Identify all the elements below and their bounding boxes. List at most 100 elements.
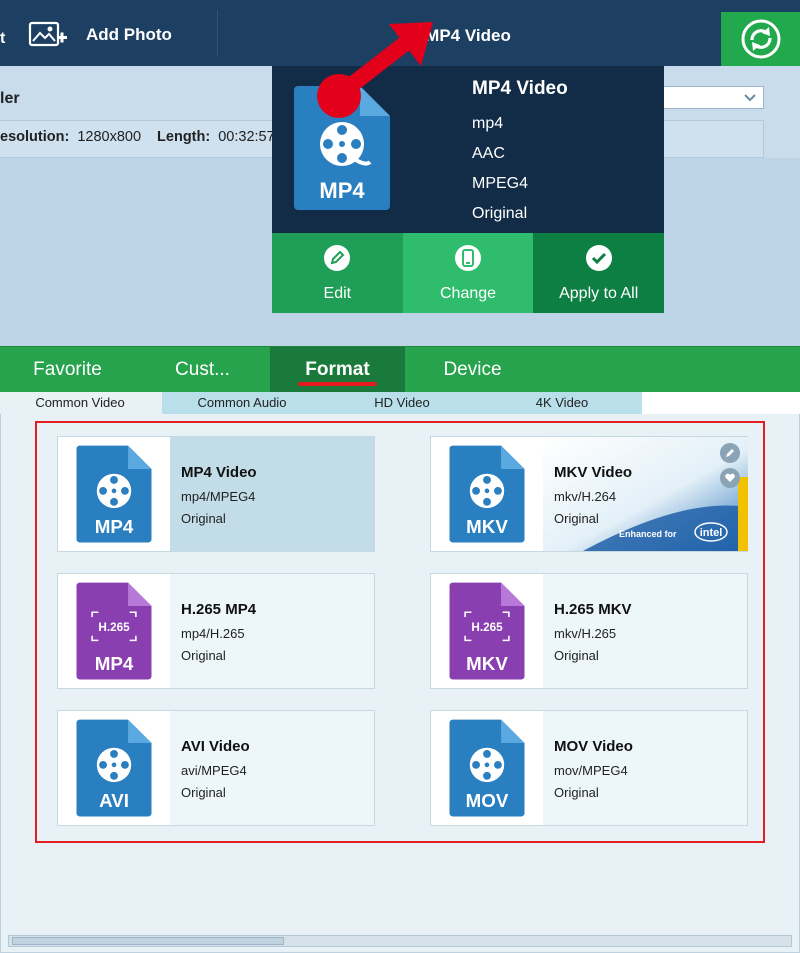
format-codec: mkv/H.264 (554, 489, 617, 504)
edit-format-icon[interactable] (720, 443, 740, 463)
popup-icon-label: MP4 (319, 178, 365, 203)
apply-to-all-button[interactable]: Apply to All (533, 233, 665, 313)
chevron-down-icon (744, 94, 756, 102)
format-card-h265-mkv[interactable]: H.265 MKV H.265 MKV mkv/H.265 Original (430, 573, 748, 689)
active-tab-underline (298, 382, 377, 386)
format-name: MKV Video (554, 464, 633, 481)
format-meta: H.265 MP4 mp4/H.265 Original (181, 601, 256, 667)
popup-meta: MP4 Video mp4 AAC MPEG4 Original (472, 78, 568, 229)
change-label: Change (439, 285, 497, 302)
scrollbar-thumb[interactable] (12, 937, 284, 945)
apply-to-all-label: Apply to All (559, 285, 639, 302)
add-photo-label: Add Photo (86, 25, 172, 44)
popup-format-name: MP4 Video (472, 78, 568, 99)
popup-actions: Edit Change Apply to All (272, 233, 665, 313)
format-icon-wrap: H.265 MP4 (58, 574, 170, 688)
tab-device[interactable]: Device (405, 347, 540, 392)
horizontal-scrollbar[interactable] (8, 935, 792, 947)
toolbar-edge-glyph: t (0, 30, 6, 47)
length-label: Length: (157, 129, 211, 145)
refresh-icon (741, 19, 780, 59)
format-meta: MKV Video mkv/H.264 Original (554, 464, 632, 530)
red-arrow-annotation (317, 22, 433, 118)
format-icon-wrap: MP4 (58, 437, 170, 551)
format-icon-label: MP4 (95, 516, 134, 537)
output-folder-dropdown[interactable] (660, 86, 764, 109)
edit-button[interactable]: Edit (272, 233, 403, 313)
format-quality: Original (554, 785, 599, 800)
subtab-hd-video[interactable]: HD Video (322, 392, 482, 414)
format-name: H.265 MKV (554, 601, 632, 618)
favorite-heart-icon[interactable] (720, 468, 740, 488)
format-meta: MP4 Video mp4/MPEG4 Original (181, 464, 257, 530)
h265-mkv-file-icon: H.265 MKV (449, 582, 525, 680)
pencil-icon (324, 245, 351, 271)
intel-badge-text: Enhanced for (619, 529, 677, 539)
format-meta: H.265 MKV mkv/H.265 Original (554, 601, 632, 667)
add-photo-button[interactable]: Add Photo (28, 18, 172, 52)
format-card-h265-mp4[interactable]: H.265 MP4 H.265 MP4 mp4/H.265 Original (57, 573, 375, 689)
avi-file-icon: AVI (76, 719, 152, 817)
check-icon (585, 245, 612, 271)
format-quality: Original (554, 511, 599, 526)
subtab-4k-video[interactable]: 4K Video (482, 392, 642, 414)
format-quality: Original (554, 648, 599, 663)
format-icon-label: MP4 (95, 653, 134, 674)
intel-brand-text: intel (700, 527, 723, 539)
format-codec: mp4/H.265 (181, 626, 245, 641)
file-info-line: esolution: 1280x800 Length: 00:32:57 (0, 129, 275, 145)
mkv-file-icon: MKV (449, 445, 525, 543)
format-icon-label: AVI (99, 790, 129, 811)
resolution-value: 1280x800 (77, 129, 142, 145)
edit-label: Edit (323, 285, 352, 302)
tab-favorite[interactable]: Favorite (0, 347, 135, 392)
popup-audio-codec: AAC (472, 145, 505, 162)
format-card-mp4[interactable]: MP4 MP4 Video mp4/MPEG4 Original (57, 436, 375, 552)
format-quality: Original (181, 511, 226, 526)
subtab-common-audio[interactable]: Common Audio (162, 392, 322, 414)
format-name: MOV Video (554, 738, 633, 755)
format-icon-top-label: H.265 (98, 621, 130, 634)
format-quality: Original (181, 648, 226, 663)
format-meta: MOV Video mov/MPEG4 Original (554, 738, 633, 804)
tab-format[interactable]: Format (270, 347, 405, 392)
format-icon-label: MKV (466, 516, 508, 537)
format-icon-label: MOV (466, 790, 509, 811)
format-card-mov[interactable]: MOV MOV Video mov/MPEG4 Original (430, 710, 748, 826)
resolution-label: esolution: (0, 129, 70, 145)
format-codec: avi/MPEG4 (181, 763, 247, 778)
format-codec: mov/MPEG4 (554, 763, 628, 778)
category-tabs: Favorite Cust... Format Device (0, 346, 800, 392)
format-codec: mp4/MPEG4 (181, 489, 256, 504)
popup-container: mp4 (472, 115, 504, 132)
h265-mp4-file-icon: H.265 MP4 (76, 582, 152, 680)
format-icon-wrap: MKV (431, 437, 543, 551)
format-icon-wrap: MOV (431, 711, 543, 825)
convert-button[interactable] (721, 12, 800, 66)
format-quality: Original (181, 785, 226, 800)
toolbar-divider (217, 10, 218, 56)
phone-icon (455, 245, 481, 271)
format-codec: mkv/H.265 (554, 626, 617, 641)
format-name: AVI Video (181, 738, 250, 755)
format-icon-top-label: H.265 (471, 621, 503, 634)
format-icon-wrap: AVI (58, 711, 170, 825)
subtab-bar-remainder (642, 392, 800, 414)
mov-file-icon: MOV (449, 719, 525, 817)
format-icon-label: MKV (466, 653, 508, 674)
length-value: 00:32:57 (218, 129, 275, 145)
format-name: H.265 MP4 (181, 601, 257, 618)
tab-custom[interactable]: Cust... (135, 347, 270, 392)
popup-quality: Original (472, 205, 528, 222)
format-card-mkv[interactable]: Enhanced for intel MKV MKV Video mkv/H.2… (430, 436, 748, 552)
format-card-avi[interactable]: AVI AVI Video avi/MPEG4 Original (57, 710, 375, 826)
format-meta: AVI Video avi/MPEG4 Original (181, 738, 250, 804)
add-photo-icon (28, 21, 67, 47)
change-button[interactable]: Change (402, 233, 534, 313)
subtab-common-video[interactable]: Common Video (0, 392, 160, 414)
tab-format-label: Format (305, 359, 370, 380)
popup-video-codec: MPEG4 (472, 175, 529, 192)
format-icon-wrap: H.265 MKV (431, 574, 543, 688)
mp4-file-icon: MP4 (76, 445, 152, 543)
output-folder-heading: ler (0, 90, 20, 107)
